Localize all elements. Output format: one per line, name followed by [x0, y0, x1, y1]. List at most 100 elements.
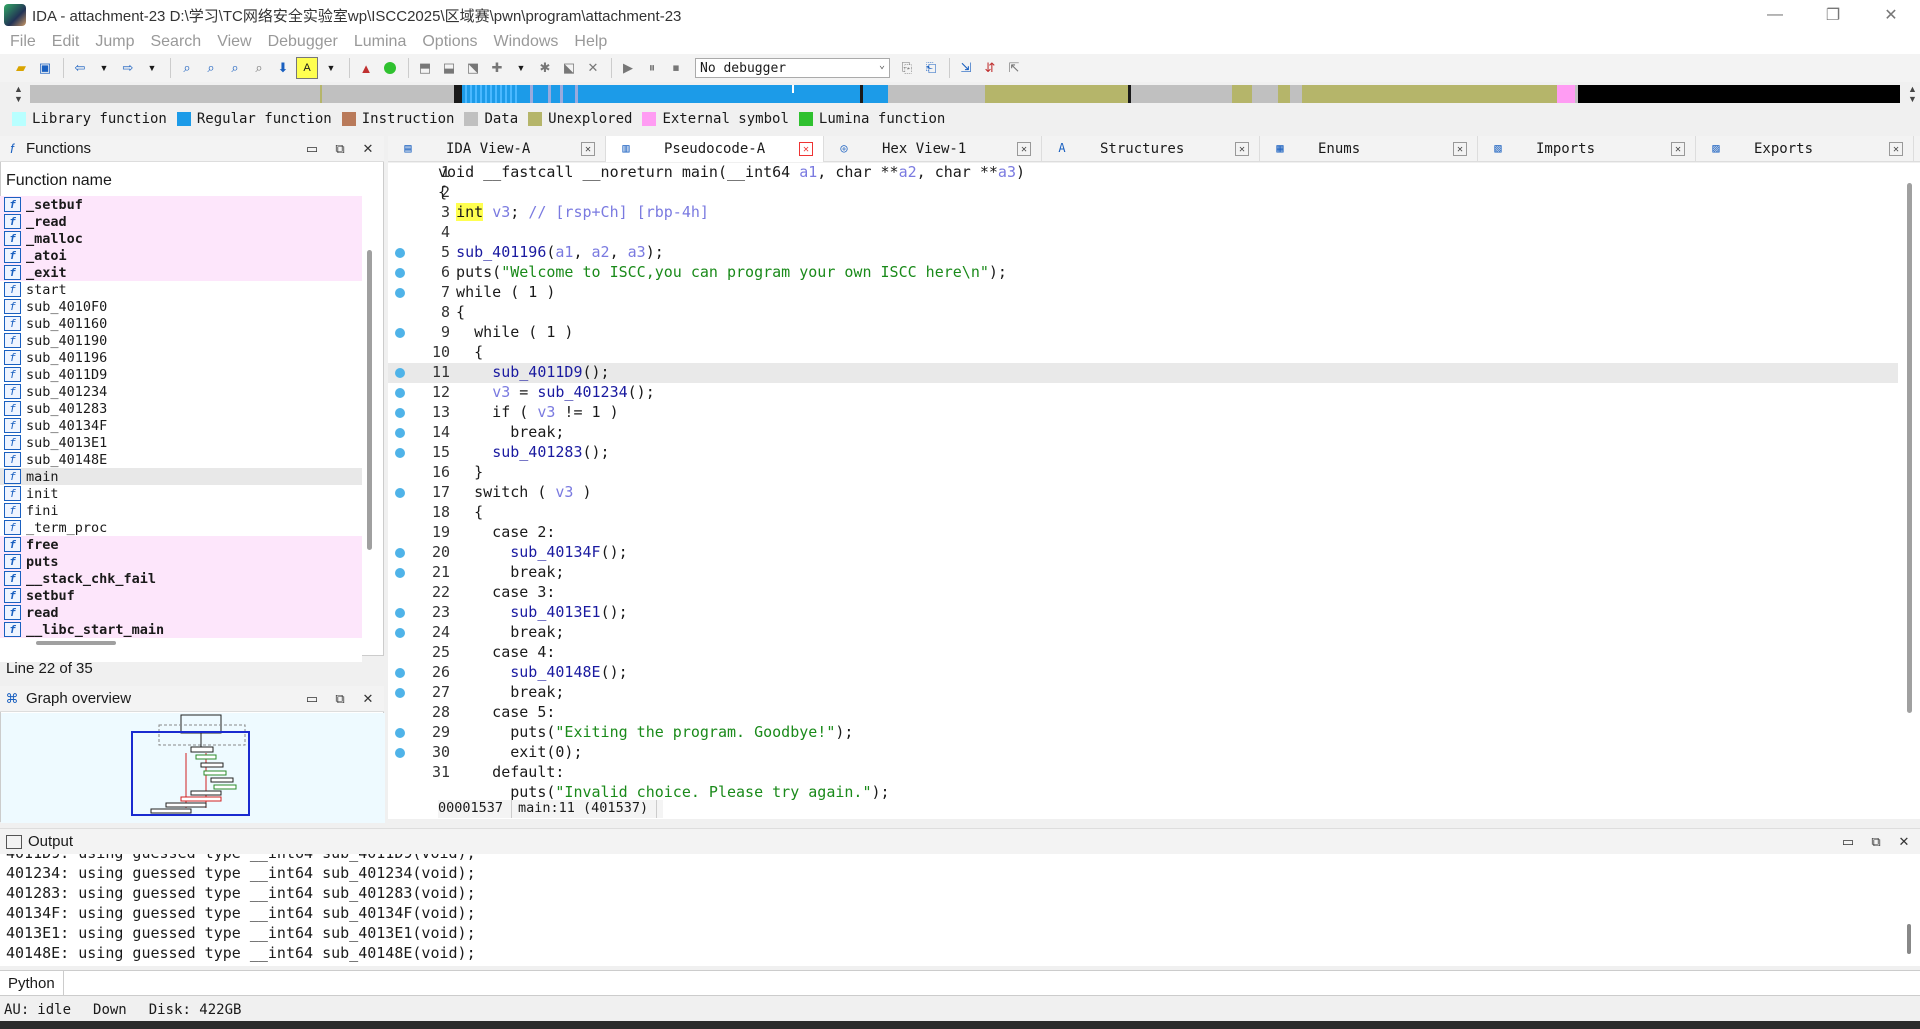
function-list-item[interactable]: f sub_401196 [0, 349, 362, 366]
patch-icon-2[interactable]: ⬓ [438, 57, 460, 79]
tab-hex-view-1[interactable]: ◎ Hex View-1 ✕ [824, 136, 1042, 162]
code-line[interactable]: 11 sub_4011D9(); [388, 363, 1898, 383]
function-list-item[interactable]: f _malloc [0, 230, 362, 247]
back-arrow-icon[interactable]: ⇦ [69, 57, 91, 79]
step-into-icon[interactable]: ⇲ [955, 57, 977, 79]
pseudocode-view[interactable]: 1 void __fastcall __noreturn main(__int64… [388, 163, 1920, 819]
code-line[interactable]: 29 puts("Exiting the program. Goodbye!")… [388, 723, 1898, 743]
breakpoint-marker-icon[interactable] [395, 288, 405, 298]
tab-close-icon[interactable]: ✕ [1889, 142, 1903, 156]
panel-maximize-icon[interactable]: ▭ [1838, 833, 1858, 851]
function-list-item[interactable]: f read [0, 604, 362, 621]
breakpoint-marker-icon[interactable] [395, 368, 405, 378]
pause-debug-icon[interactable]: ⏸ [641, 57, 663, 79]
save-icon[interactable]: ▣ [34, 57, 56, 79]
code-line[interactable]: 23 sub_4013E1(); [388, 603, 1898, 623]
code-line[interactable]: 15 sub_401283(); [388, 443, 1898, 463]
menu-view[interactable]: View [211, 33, 257, 51]
breakpoint-marker-icon[interactable] [395, 408, 405, 418]
code-line[interactable]: 3 int v3; // [rsp+Ch] [rbp-4h] [388, 203, 1898, 223]
cross-icon[interactable]: ✕ [582, 57, 604, 79]
function-list-item[interactable]: f _setbuf [0, 196, 362, 213]
breakpoint-marker-icon[interactable] [395, 448, 405, 458]
menu-file[interactable]: File [4, 33, 42, 51]
lumina-icon[interactable] [379, 57, 401, 79]
detach-process-icon[interactable]: ⎗ [920, 57, 942, 79]
breakpoint-marker-icon[interactable] [395, 488, 405, 498]
panel-float-icon[interactable]: ⧉ [330, 690, 350, 708]
maximize-button[interactable]: ❐ [1804, 0, 1862, 30]
run-to-cursor-icon[interactable]: ⇱ [1003, 57, 1025, 79]
code-line[interactable]: 21 break; [388, 563, 1898, 583]
menu-search[interactable]: Search [144, 33, 207, 51]
breakpoint-dropdown-icon[interactable]: ▼ [510, 57, 532, 79]
code-line[interactable]: 25 case 4: [388, 643, 1898, 663]
jump-down-icon[interactable]: ⬇ [272, 57, 294, 79]
tab-close-icon[interactable]: ✕ [1235, 142, 1249, 156]
python-command-input[interactable] [63, 971, 1920, 995]
code-line[interactable]: 14 break; [388, 423, 1898, 443]
code-line[interactable]: 9 while ( 1 ) [388, 323, 1898, 343]
function-list-item[interactable]: f sub_401160 [0, 315, 362, 332]
breakpoint-marker-icon[interactable] [395, 568, 405, 578]
nav-right-arrows-icon[interactable]: ▲ ▼ [1908, 84, 1917, 104]
patch-icon-3[interactable]: ⬔ [462, 57, 484, 79]
function-list-item[interactable]: f main [0, 468, 362, 485]
graph-view-icon[interactable]: ▲ [355, 57, 377, 79]
stop-debug-icon[interactable]: ⏹ [665, 57, 687, 79]
breakpoint-marker-icon[interactable] [395, 688, 405, 698]
code-line[interactable]: 28 case 5: [388, 703, 1898, 723]
graph-overview-thumbnail[interactable] [1, 713, 385, 823]
function-list-item[interactable]: f _term_proc [0, 519, 362, 536]
nav-left-arrows-icon[interactable]: ▲ ▼ [14, 84, 23, 104]
step-over-icon[interactable]: ⇵ [979, 57, 1001, 79]
breakpoint-marker-icon[interactable] [395, 248, 405, 258]
breakpoint-marker-icon[interactable] [395, 748, 405, 758]
code-line[interactable]: 17 switch ( v3 ) [388, 483, 1898, 503]
function-list-item[interactable]: f start [0, 281, 362, 298]
function-list-item[interactable]: f _exit [0, 264, 362, 281]
function-name-column-header[interactable]: Function name [6, 172, 112, 190]
code-line[interactable]: 2{ [388, 183, 1898, 203]
function-list-item[interactable]: f __stack_chk_fail [0, 570, 362, 587]
menu-debugger[interactable]: Debugger [262, 33, 344, 51]
breakpoint-marker-icon[interactable] [395, 608, 405, 618]
breakpoint-marker-icon[interactable] [395, 668, 405, 678]
panel-close-icon[interactable]: ✕ [358, 690, 378, 708]
tab-enums[interactable]: ▦ Enums ✕ [1260, 136, 1478, 162]
tab-close-icon[interactable]: ✕ [1453, 142, 1467, 156]
forward-arrow-icon[interactable]: ⇨ [117, 57, 139, 79]
tab-close-icon[interactable]: ✕ [1671, 142, 1685, 156]
trace-options-icon[interactable]: ⬕ [558, 57, 580, 79]
code-line[interactable]: 8 { [388, 303, 1898, 323]
tab-close-icon[interactable]: ✕ [1017, 142, 1031, 156]
tab-imports[interactable]: ▧ Imports ✕ [1478, 136, 1696, 162]
binary-search-icon[interactable]: ⌕ [176, 57, 198, 79]
code-line[interactable]: 16 } [388, 463, 1898, 483]
menu-help[interactable]: Help [568, 33, 613, 51]
code-line[interactable]: 31 default: [388, 763, 1898, 783]
python-language-button[interactable]: Python [0, 971, 64, 995]
tab-close-icon[interactable]: ✕ [799, 142, 813, 156]
close-window-button[interactable]: ✕ [1862, 0, 1920, 30]
menu-windows[interactable]: Windows [487, 33, 564, 51]
breakpoint-marker-icon[interactable] [395, 328, 405, 338]
breakpoint-marker-icon[interactable] [395, 628, 405, 638]
debugger-select[interactable]: No debugger ⌄ [695, 58, 890, 78]
output-panel[interactable]: 4011D9: using guessed type __int64 sub_4… [0, 854, 1920, 966]
function-list-item[interactable]: f puts [0, 553, 362, 570]
attach-process-icon[interactable]: ⎘ [896, 57, 918, 79]
breakpoint-marker-icon[interactable] [395, 548, 405, 558]
forward-dropdown-icon[interactable]: ▼ [141, 57, 163, 79]
tab-pseudocode-a[interactable]: ▥ Pseudocode-A ✕ [606, 136, 824, 162]
tab-ida-view-a[interactable]: ▤ IDA View-A ✕ [388, 136, 606, 162]
minimize-button[interactable]: — [1746, 0, 1804, 30]
panel-maximize-icon[interactable]: ▭ [302, 140, 322, 158]
tab-structures[interactable]: A Structures ✕ [1042, 136, 1260, 162]
code-line[interactable]: 24 break; [388, 623, 1898, 643]
function-list-item[interactable]: f sub_401283 [0, 400, 362, 417]
panel-maximize-icon[interactable]: ▭ [302, 690, 322, 708]
code-line[interactable]: 13 if ( v3 != 1 ) [388, 403, 1898, 423]
code-line[interactable]: 19 case 2: [388, 523, 1898, 543]
breakpoint-marker-icon[interactable] [395, 728, 405, 738]
